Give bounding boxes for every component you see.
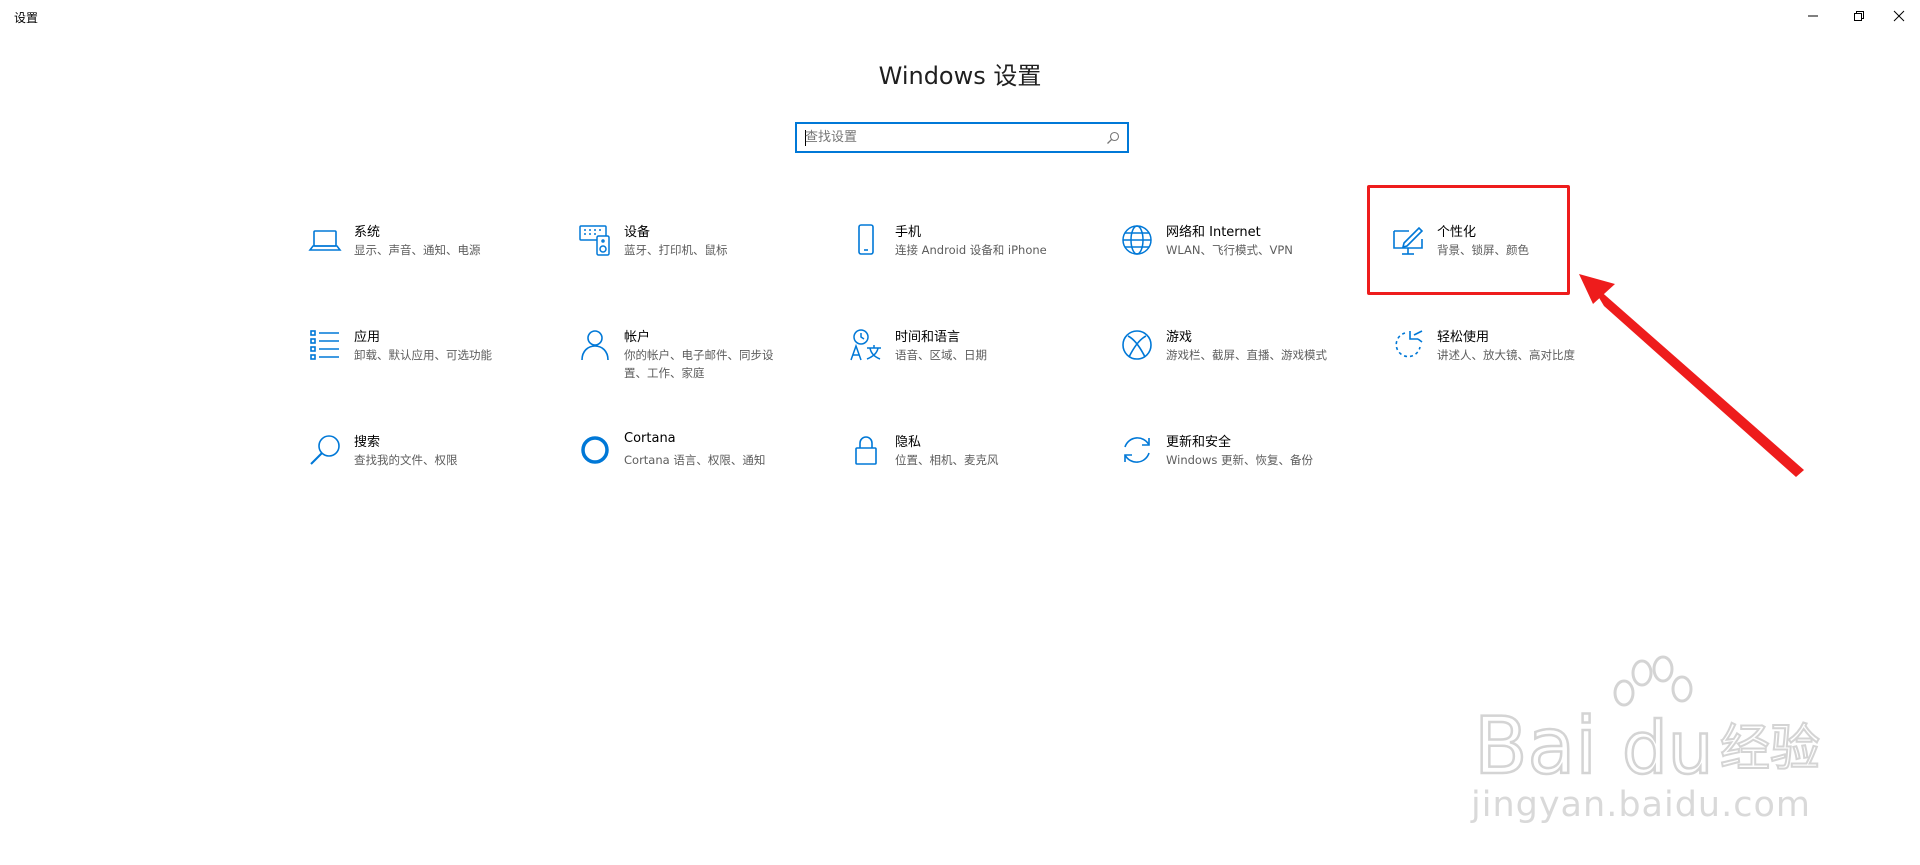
tile-time-language[interactable]: 时间和语言 语音、区域、日期 xyxy=(846,325,1111,415)
svg-text:du: du xyxy=(1622,706,1713,785)
tile-name: 更新和安全 xyxy=(1166,435,1232,450)
tile-devices[interactable]: 设备 蓝牙、打印机、鼠标 xyxy=(575,220,840,310)
lock-icon xyxy=(846,430,886,470)
restore-icon xyxy=(1853,7,1865,26)
page-title: Windows 设置 xyxy=(878,62,1042,90)
sync-icon xyxy=(1117,430,1157,470)
tile-name: 应用 xyxy=(354,330,381,345)
svg-text:经验: 经验 xyxy=(1720,719,1820,777)
tile-name: 帐户 xyxy=(624,330,651,345)
tile-name: 时间和语言 xyxy=(895,330,961,345)
tile-description: 游戏栏、截屏、直播、游戏模式 xyxy=(1166,348,1327,362)
tile-description: Cortana 语言、权限、通知 xyxy=(624,453,766,467)
tile-search[interactable]: 搜索 查找我的文件、权限 xyxy=(305,430,570,520)
baidu-watermark-logo: Bai du 经验 xyxy=(1473,655,1821,785)
phone-icon xyxy=(846,220,886,260)
tile-description: 显示、声音、通知、电源 xyxy=(354,243,481,257)
tile-description: 你的帐户、电子邮件、同步设置、工作、家庭 xyxy=(624,348,774,380)
search-input[interactable] xyxy=(805,124,1101,151)
cortana-icon xyxy=(575,430,615,470)
laptop-icon xyxy=(305,220,345,260)
globe-icon xyxy=(1117,220,1157,260)
tile-name: 网络和 Internet xyxy=(1166,225,1261,240)
title-bar: 设置 xyxy=(0,0,1920,32)
devices-icon xyxy=(575,220,615,260)
tile-description: 讲述人、放大镜、高对比度 xyxy=(1437,348,1575,362)
tile-gaming[interactable]: 游戏 游戏栏、截屏、直播、游戏模式 xyxy=(1117,325,1382,415)
apps-list-icon xyxy=(305,325,345,365)
person-icon xyxy=(575,325,615,365)
highlight-box xyxy=(1367,185,1570,295)
tile-description: 蓝牙、打印机、鼠标 xyxy=(624,243,728,257)
tile-network[interactable]: 网络和 Internet WLAN、飞行模式、VPN xyxy=(1117,220,1382,310)
tile-description: WLAN、飞行模式、VPN xyxy=(1166,243,1293,257)
tile-name: 系统 xyxy=(354,225,381,240)
tile-phone[interactable]: 手机 连接 Android 设备和 iPhone xyxy=(846,220,1111,310)
svg-text:Bai: Bai xyxy=(1474,702,1597,785)
tile-update-security[interactable]: 更新和安全 Windows 更新、恢复、备份 xyxy=(1117,430,1382,520)
tile-system[interactable]: 系统 显示、声音、通知、电源 xyxy=(305,220,570,310)
tile-name: 搜索 xyxy=(354,435,381,450)
tile-ease-of-access[interactable]: 轻松使用 讲述人、放大镜、高对比度 xyxy=(1388,325,1653,415)
tile-name: 隐私 xyxy=(895,435,922,450)
magnifier-icon xyxy=(305,430,345,470)
minimize-icon xyxy=(1807,7,1819,26)
tile-name: 游戏 xyxy=(1166,330,1193,345)
watermark-url: jingyan.baidu.com xyxy=(1471,785,1811,825)
tile-description: 位置、相机、麦克风 xyxy=(895,453,999,467)
minimize-button[interactable] xyxy=(1790,0,1836,32)
close-button[interactable] xyxy=(1876,0,1920,32)
tile-name: 手机 xyxy=(895,225,922,240)
ease-of-access-icon xyxy=(1388,325,1428,365)
tile-name: 轻松使用 xyxy=(1437,330,1490,345)
tile-description: 语音、区域、日期 xyxy=(895,348,987,362)
search-box[interactable] xyxy=(795,122,1129,153)
close-icon xyxy=(1893,7,1905,26)
search-icon[interactable] xyxy=(1106,130,1120,149)
tile-name: 设备 xyxy=(624,225,651,240)
tile-privacy[interactable]: 隐私 位置、相机、麦克风 xyxy=(846,430,1111,520)
time-language-icon xyxy=(846,325,886,365)
tile-description: 卸载、默认应用、可选功能 xyxy=(354,348,492,362)
window-title: 设置 xyxy=(14,11,39,25)
tile-accounts[interactable]: 帐户 你的帐户、电子邮件、同步设置、工作、家庭 xyxy=(575,325,840,415)
tile-description: 查找我的文件、权限 xyxy=(354,453,458,467)
tile-apps[interactable]: 应用 卸载、默认应用、可选功能 xyxy=(305,325,570,415)
tile-description: Windows 更新、恢复、备份 xyxy=(1166,453,1313,467)
tile-name: Cortana xyxy=(624,431,676,446)
xbox-icon xyxy=(1117,325,1157,365)
tile-description: 连接 Android 设备和 iPhone xyxy=(895,243,1047,257)
tile-cortana[interactable]: Cortana Cortana 语言、权限、通知 xyxy=(575,430,840,520)
